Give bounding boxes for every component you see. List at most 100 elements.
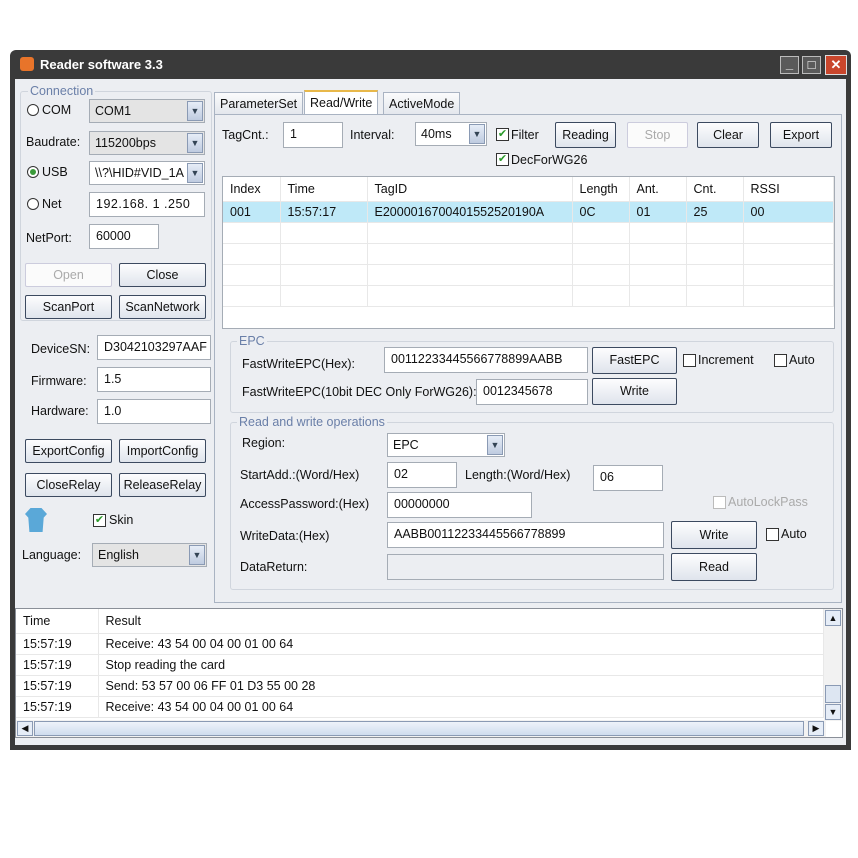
- clear-button[interactable]: Clear: [697, 122, 759, 148]
- startadd-input[interactable]: 02: [387, 462, 457, 488]
- language-label: Language:: [22, 548, 82, 562]
- read-button[interactable]: Read: [671, 553, 757, 581]
- horizontal-scrollbar[interactable]: ◀ ▶: [16, 720, 826, 737]
- interval-select[interactable]: 40ms ▼: [415, 122, 487, 146]
- net-ip-input[interactable]: 192.168. 1 .250: [89, 192, 205, 217]
- open-button[interactable]: Open: [25, 263, 112, 287]
- accesspassword-label: AccessPassword:(Hex): [240, 497, 370, 511]
- decforwg26-checkbox[interactable]: ✔: [496, 153, 509, 166]
- column-header[interactable]: Time: [16, 609, 99, 633]
- log-list: Time Result 15:57:19 Receive: 43 54 00 04 …: [15, 608, 843, 738]
- column-header[interactable]: Result: [98, 609, 824, 633]
- skin-checkbox[interactable]: ✔: [93, 514, 106, 527]
- scroll-left-arrow-icon[interactable]: ◀: [17, 721, 33, 736]
- fastwriteepc-label: FastWriteEPC(Hex):: [242, 357, 355, 371]
- tag-table: Index Time TagID Length Ant. Cnt. RSSI 001 15:5…: [222, 176, 835, 329]
- net-label: Net: [42, 197, 62, 211]
- firmware-field: 1.5: [97, 367, 211, 392]
- tab-strip: ParameterSet Read/Write ActiveMode: [214, 90, 514, 115]
- devicesn-field: D3042103297AAF: [97, 335, 211, 360]
- table-row[interactable]: 001 15:57:17 E2000016700401552520190A 0C 01 2…: [223, 201, 834, 222]
- scanport-button[interactable]: ScanPort: [25, 295, 112, 319]
- tab-parameterset[interactable]: ParameterSet: [214, 92, 304, 115]
- log-row[interactable]: 15:57:19 Receive: 43 54 00 04 00 01 00 64: [16, 696, 824, 717]
- length-label: Length:(Word/Hex): [465, 468, 571, 482]
- increment-label: Increment: [698, 353, 754, 367]
- datareturn-field: [387, 554, 664, 580]
- com-radio[interactable]: [27, 104, 39, 116]
- filter-checkbox[interactable]: ✔: [496, 128, 509, 141]
- writedata-input[interactable]: AABB00112233445566778899: [387, 522, 664, 548]
- tagcnt-input[interactable]: 1: [283, 122, 343, 148]
- column-header[interactable]: Ant.: [629, 177, 687, 201]
- scroll-up-arrow-icon[interactable]: ▲: [825, 610, 841, 626]
- interval-label: Interval:: [350, 128, 395, 142]
- chevron-down-icon: ▼: [189, 545, 205, 565]
- ops-auto-label: Auto: [781, 527, 807, 541]
- stop-button[interactable]: Stop: [627, 122, 688, 148]
- close-window-button[interactable]: ✕: [825, 55, 847, 75]
- region-label: Region:: [242, 436, 286, 450]
- column-header[interactable]: Cnt.: [686, 177, 744, 201]
- net-radio[interactable]: [27, 198, 39, 210]
- rss-app-icon: [20, 57, 34, 71]
- chevron-down-icon: ▼: [187, 163, 203, 183]
- column-header[interactable]: Time: [280, 177, 368, 201]
- epc-write-button[interactable]: Write: [592, 378, 677, 405]
- autolockpass-checkbox[interactable]: [713, 496, 726, 509]
- chevron-down-icon: ▼: [187, 101, 203, 121]
- scannetwork-button[interactable]: ScanNetwork: [119, 295, 206, 319]
- language-select[interactable]: English ▼: [92, 543, 207, 567]
- epc-auto-checkbox[interactable]: [774, 354, 787, 367]
- scroll-thumb[interactable]: [825, 685, 841, 703]
- increment-checkbox[interactable]: [683, 354, 696, 367]
- startadd-label: StartAdd.:(Word/Hex): [240, 468, 360, 482]
- tab-read-write[interactable]: Read/Write: [304, 90, 379, 115]
- fastwriteepc-input[interactable]: 00112233445566778899AABB: [384, 347, 588, 373]
- column-header[interactable]: Length: [572, 177, 630, 201]
- com-select[interactable]: COM1 ▼: [89, 99, 205, 123]
- baud-select[interactable]: 115200bps ▼: [89, 131, 205, 155]
- netport-label: NetPort:: [26, 231, 72, 245]
- h-scroll-thumb[interactable]: [34, 721, 804, 736]
- usb-select[interactable]: \\?\HID#VID_1A ▼: [89, 161, 205, 185]
- chevron-down-icon: ▼: [487, 435, 503, 455]
- datareturn-label: DataReturn:: [240, 560, 308, 574]
- hardware-field: 1.0: [97, 399, 211, 424]
- vertical-scrollbar[interactable]: ▲ ▼: [824, 609, 842, 721]
- fastepc-button[interactable]: FastEPC: [592, 347, 677, 374]
- maximize-button[interactable]: □: [802, 56, 821, 74]
- ops-auto-checkbox[interactable]: [766, 528, 779, 541]
- exportconfig-button[interactable]: ExportConfig: [25, 439, 112, 463]
- accesspassword-input[interactable]: 00000000: [387, 492, 532, 518]
- scroll-right-arrow-icon[interactable]: ▶: [808, 721, 824, 736]
- column-header[interactable]: RSSI: [743, 177, 834, 201]
- reading-button[interactable]: Reading: [555, 122, 616, 148]
- export-button[interactable]: Export: [770, 122, 832, 148]
- close-button[interactable]: Close: [119, 263, 206, 287]
- filter-label: Filter: [511, 128, 539, 142]
- region-select[interactable]: EPC ▼: [387, 433, 505, 457]
- log-row[interactable]: 15:57:19 Receive: 43 54 00 04 00 01 00 64: [16, 633, 824, 654]
- closerelay-button[interactable]: CloseRelay: [25, 473, 112, 497]
- decforwg26-label: DecForWG26: [511, 153, 588, 167]
- devicesn-label: DeviceSN:: [31, 342, 91, 356]
- tab-activemode[interactable]: ActiveMode: [383, 92, 461, 115]
- importconfig-button[interactable]: ImportConfig: [119, 439, 206, 463]
- firmware-label: Firmware:: [31, 374, 87, 388]
- length-input[interactable]: 06: [593, 465, 663, 491]
- fastwriteepc-wg26-input[interactable]: 0012345678: [476, 379, 588, 405]
- hardware-label: Hardware:: [31, 404, 89, 418]
- chevron-down-icon: ▼: [469, 124, 485, 144]
- usb-label: USB: [42, 165, 68, 179]
- usb-radio[interactable]: [27, 166, 39, 178]
- log-row[interactable]: 15:57:19 Send: 53 57 00 06 FF 01 D3 55 00…: [16, 675, 824, 696]
- netport-input[interactable]: 60000: [89, 224, 159, 249]
- minimize-button[interactable]: _: [780, 56, 799, 74]
- log-row[interactable]: 15:57:19 Stop reading the card: [16, 654, 824, 675]
- ops-write-button[interactable]: Write: [671, 521, 757, 549]
- scroll-down-arrow-icon[interactable]: ▼: [825, 704, 841, 720]
- column-header[interactable]: Index: [223, 177, 281, 201]
- releaserelay-button[interactable]: ReleaseRelay: [119, 473, 206, 497]
- column-header[interactable]: TagID: [367, 177, 573, 201]
